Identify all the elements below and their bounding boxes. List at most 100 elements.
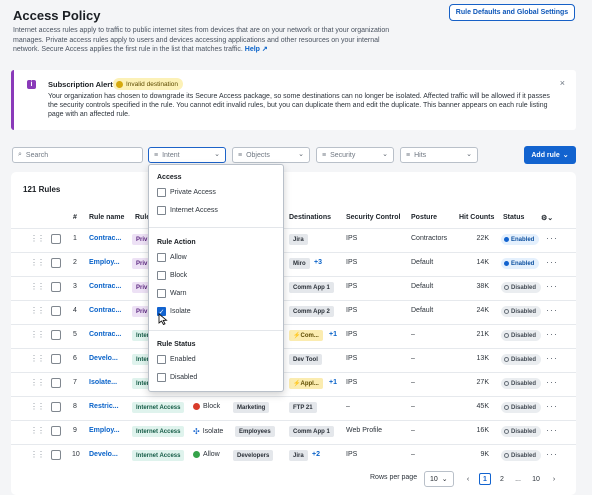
rule-name-link[interactable]: Contrac... <box>89 283 121 290</box>
drag-handle-icon[interactable]: ⋮⋮ <box>30 378 45 387</box>
rule-name-link[interactable]: Restric... <box>89 403 119 410</box>
rule-name-link[interactable]: Employ... <box>89 427 120 434</box>
destination-more[interactable]: +2 <box>312 451 320 458</box>
table-row[interactable]: ⋮⋮ 2 Employ... Priv Miro +3 IPS Default 14K… <box>11 252 576 275</box>
more-options-icon[interactable]: ··· <box>546 353 558 363</box>
option-internet-access[interactable]: Internet Access <box>157 206 218 215</box>
drag-handle-icon[interactable]: ⋮⋮ <box>30 402 45 411</box>
row-checkbox[interactable] <box>51 306 61 316</box>
security-filter[interactable]: ≡ Security ⌄ <box>316 147 394 163</box>
more-options-icon[interactable]: ··· <box>546 449 558 459</box>
rule-name-link[interactable]: Employ... <box>89 259 120 266</box>
page-2[interactable]: 2 <box>496 473 508 485</box>
more-options-icon[interactable]: ··· <box>546 233 558 243</box>
rule-name-link[interactable]: Develo... <box>89 451 118 458</box>
header-posture[interactable]: Posture <box>411 214 437 221</box>
table-row[interactable]: ⋮⋮ 6 Develo... Inter Dev Tool IPS – 13K Di… <box>11 348 576 371</box>
close-icon[interactable]: × <box>560 78 565 88</box>
page-description: Internet access rules apply to traffic t… <box>13 26 398 55</box>
table-row[interactable]: ⋮⋮ 4 Contrac... Priv Comm App 2 IPS Defaul… <box>11 300 576 323</box>
option-warn[interactable]: Warn <box>157 289 186 298</box>
hit-count: 22K <box>476 235 489 242</box>
hits-filter[interactable]: ≡ Hits ⌄ <box>400 147 478 163</box>
more-options-icon[interactable]: ··· <box>546 257 558 267</box>
objects-filter[interactable]: ≡ Objects ⌄ <box>232 147 310 163</box>
hit-count: 38K <box>476 283 489 290</box>
identity-tag: Employees <box>235 426 275 437</box>
option-enabled[interactable]: Enabled <box>157 355 196 364</box>
rule-name-link[interactable]: Isolate... <box>89 379 117 386</box>
checkbox[interactable] <box>157 289 166 298</box>
more-options-icon[interactable]: ··· <box>546 305 558 315</box>
rule-name-link[interactable]: Contrac... <box>89 235 121 242</box>
table-row[interactable]: ⋮⋮ 7 Isolate... Inter ⚡ Appl... +1 IPS – 27K… <box>11 372 576 395</box>
row-checkbox[interactable] <box>51 354 61 364</box>
table-row[interactable]: ⋮⋮ 1 Contrac... Priv Jira IPS Contractors … <box>11 228 576 251</box>
checkbox[interactable] <box>157 271 166 280</box>
column-settings-icon[interactable]: ⚙⌄ <box>541 214 553 222</box>
row-checkbox[interactable] <box>51 402 61 412</box>
checkbox[interactable] <box>157 206 166 215</box>
drag-handle-icon[interactable]: ⋮⋮ <box>30 306 45 315</box>
header-hits[interactable]: Hit Counts <box>459 214 494 221</box>
row-checkbox[interactable] <box>51 282 61 292</box>
drag-handle-icon[interactable]: ⋮⋮ <box>30 258 45 267</box>
rows-per-page-select[interactable]: 10 ⌄ <box>424 471 454 487</box>
rule-name-link[interactable]: Contrac... <box>89 331 121 338</box>
hit-count: 45K <box>476 403 489 410</box>
mouse-cursor-icon <box>158 313 168 325</box>
row-checkbox[interactable] <box>51 450 61 460</box>
destination-more[interactable]: +3 <box>314 259 322 266</box>
row-checkbox[interactable] <box>51 330 61 340</box>
row-checkbox[interactable] <box>51 234 61 244</box>
table-row[interactable]: ⋮⋮ 5 Contrac... Inter ⚡ Com... +1 IPS – 21K … <box>11 324 576 347</box>
row-checkbox[interactable] <box>51 426 61 436</box>
header-rule-name[interactable]: Rule name <box>89 214 124 221</box>
drag-handle-icon[interactable]: ⋮⋮ <box>30 282 45 291</box>
destination-tag: Miro <box>289 258 310 269</box>
help-link[interactable]: Help ↗ <box>245 46 268 53</box>
drag-handle-icon[interactable]: ⋮⋮ <box>30 450 45 459</box>
table-row[interactable]: ⋮⋮ 3 Contrac... Priv Comm App 1 IPS Defaul… <box>11 276 576 299</box>
rule-name-link[interactable]: Develo... <box>89 355 118 362</box>
more-options-icon[interactable]: ··· <box>546 401 558 411</box>
header-destinations[interactable]: Destinations <box>289 214 331 221</box>
table-row[interactable]: ⋮⋮ 9 Employ... Internet Access ✣ Isolate E… <box>11 420 576 443</box>
option-disabled[interactable]: Disabled <box>157 373 197 382</box>
header-security[interactable]: Security Control <box>346 214 400 221</box>
rule-defaults-button[interactable]: Rule Defaults and Global Settings <box>449 4 575 21</box>
checkbox[interactable] <box>157 373 166 382</box>
drag-handle-icon[interactable]: ⋮⋮ <box>30 426 45 435</box>
status-badge: Disabled <box>501 282 542 293</box>
isolate-icon: ✣ <box>193 427 200 436</box>
destination-more[interactable]: +1 <box>329 331 337 338</box>
add-rule-button[interactable]: Add rule ⌄ <box>524 146 576 164</box>
destination-more[interactable]: +1 <box>329 379 337 386</box>
page-1[interactable]: 1 <box>479 473 491 485</box>
more-options-icon[interactable]: ··· <box>546 329 558 339</box>
table-row[interactable]: ⋮⋮ 8 Restric... Internet Access Block Mar… <box>11 396 576 419</box>
prev-page-icon[interactable]: ‹ <box>462 473 474 485</box>
option-private-access[interactable]: Private Access <box>157 188 216 197</box>
header-status[interactable]: Status <box>503 214 524 221</box>
more-options-icon[interactable]: ··· <box>546 281 558 291</box>
more-options-icon[interactable]: ··· <box>546 425 558 435</box>
row-checkbox[interactable] <box>51 258 61 268</box>
page-10[interactable]: 10 <box>530 473 542 485</box>
rule-name-link[interactable]: Contrac... <box>89 307 121 314</box>
drag-handle-icon[interactable]: ⋮⋮ <box>30 354 45 363</box>
option-allow[interactable]: Allow <box>157 253 187 262</box>
drag-handle-icon[interactable]: ⋮⋮ <box>30 234 45 243</box>
next-page-icon[interactable]: › <box>548 473 560 485</box>
subscription-alert: i Subscription Alert Invalid destination… <box>11 70 576 130</box>
option-block[interactable]: Block <box>157 271 187 280</box>
more-options-icon[interactable]: ··· <box>546 377 558 387</box>
checkbox[interactable] <box>157 188 166 197</box>
row-checkbox[interactable] <box>51 378 61 388</box>
search-input[interactable]: ⌕ Search <box>12 147 143 163</box>
intent-filter[interactable]: ≡ Intent ⌄ <box>148 147 226 163</box>
drag-handle-icon[interactable]: ⋮⋮ <box>30 330 45 339</box>
checkbox[interactable] <box>157 355 166 364</box>
table-row[interactable]: ⋮⋮ 10 Develo... Internet Access Allow Dev… <box>11 444 576 467</box>
checkbox[interactable] <box>157 253 166 262</box>
